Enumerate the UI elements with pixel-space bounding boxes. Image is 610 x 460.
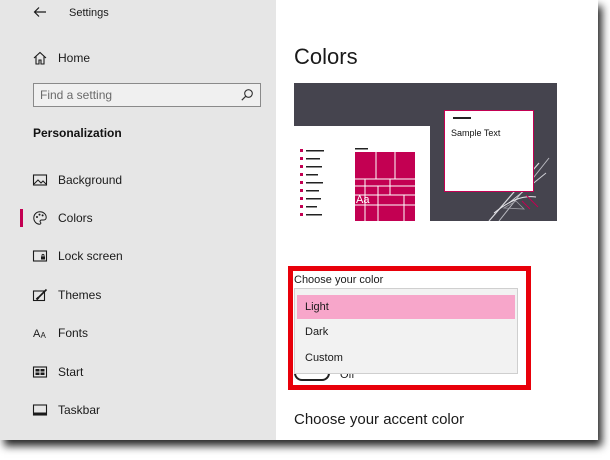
- preview-sample-text: Sample Text: [451, 128, 501, 138]
- sidebar-item-start[interactable]: Start: [20, 357, 276, 387]
- sidebar-item-background[interactable]: Background: [20, 165, 276, 195]
- sidebar-item-label: Fonts: [58, 326, 89, 340]
- sidebar-item-label: Home: [58, 51, 91, 65]
- app-title: Settings: [69, 7, 109, 19]
- theme-preview: Aa Sample Text: [294, 83, 557, 221]
- title-bar: Settings: [0, 0, 276, 28]
- sidebar-item-label: Start: [58, 365, 84, 379]
- preview-window-titlebar: [453, 117, 471, 119]
- sidebar-item-home[interactable]: Home: [20, 44, 276, 72]
- fonts-icon: A A: [33, 328, 47, 340]
- selection-indicator: [20, 209, 23, 227]
- sidebar-item-lock-screen[interactable]: Lock screen: [20, 241, 276, 271]
- sidebar-item-label: Lock screen: [58, 249, 123, 263]
- sidebar-item-colors[interactable]: Colors: [20, 203, 276, 233]
- search-icon[interactable]: [240, 88, 254, 102]
- sidebar-item-label: Background: [58, 173, 123, 187]
- preview-window: Sample Text: [444, 110, 534, 192]
- highlight-annotation: [288, 266, 531, 390]
- sidebar-item-taskbar[interactable]: Taskbar: [20, 395, 276, 425]
- preview-tile-text: Aa: [356, 194, 370, 206]
- sidebar-item-themes[interactable]: Themes: [20, 280, 276, 310]
- page-title: Colors: [294, 44, 358, 69]
- sidebar-item-label: Themes: [58, 288, 102, 302]
- preview-start-panel: Aa: [294, 126, 430, 221]
- taskbar-icon: [32, 404, 48, 416]
- svg-text:A: A: [41, 331, 47, 340]
- image-icon: [32, 174, 48, 186]
- settings-window: Settings Home Personalization Background: [0, 0, 598, 440]
- home-icon: [33, 51, 47, 65]
- brush-icon: [32, 288, 48, 302]
- start-icon: [32, 366, 48, 378]
- search-input[interactable]: [40, 86, 230, 104]
- sidebar: Settings Home Personalization Background: [0, 0, 276, 440]
- sidebar-item-fonts[interactable]: A A Fonts: [20, 318, 276, 348]
- sidebar-item-label: Taskbar: [58, 403, 101, 417]
- sidebar-item-label: Colors: [58, 211, 93, 225]
- section-title: Personalization: [33, 126, 122, 140]
- preview-tiles: [300, 148, 415, 221]
- palette-icon: [33, 211, 47, 225]
- back-arrow-icon[interactable]: [32, 4, 48, 20]
- content-pane: Colors Aa Sample Text Choose your color …: [276, 0, 598, 440]
- search-box[interactable]: [33, 83, 261, 107]
- lock-screen-icon: [32, 250, 48, 262]
- accent-color-heading: Choose your accent color: [294, 411, 465, 428]
